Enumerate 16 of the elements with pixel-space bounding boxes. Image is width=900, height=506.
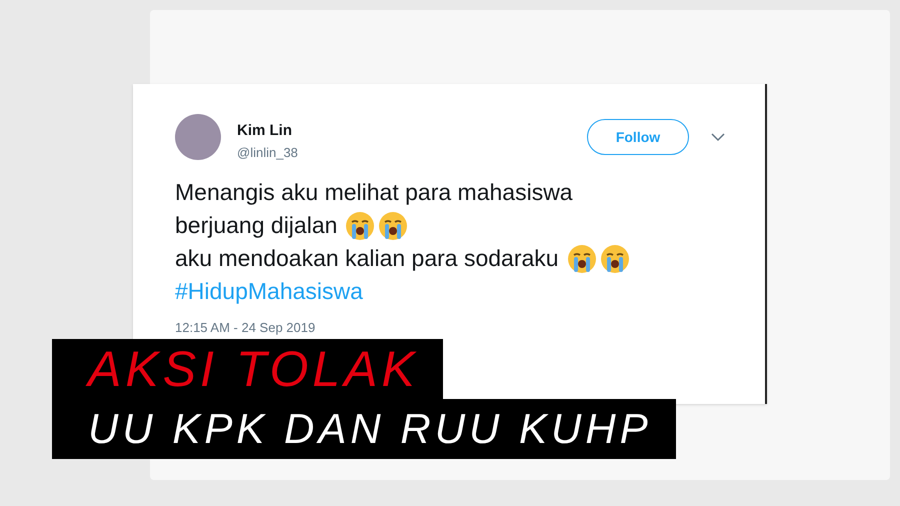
crying-face-icon [345,210,376,240]
user-handle: @linlin_38 [237,144,298,162]
follow-button[interactable]: Follow [587,119,689,155]
tweet-text: aku mendoakan kalian para sodaraku [175,244,559,273]
tweet-timestamp: 12:15 AM - 24 Sep 2019 [175,319,316,337]
chevron-down-icon[interactable] [711,132,725,142]
tweet-text: berjuang dijalan [175,211,338,240]
caption-subtitle: UU KPK DAN RUU KUHP [88,408,652,450]
user-name: Kim Lin [237,121,293,141]
caption-headline: AKSI TOLAK [88,344,419,394]
tweet-text: Menangis aku melihat para mahasiswa [175,178,574,207]
crying-face-icon [600,244,630,274]
hashtag-link[interactable]: #HidupMahasiswa [175,275,725,308]
crying-face-icon [566,244,597,274]
avatar [175,114,221,160]
crying-face-icon [378,210,408,240]
